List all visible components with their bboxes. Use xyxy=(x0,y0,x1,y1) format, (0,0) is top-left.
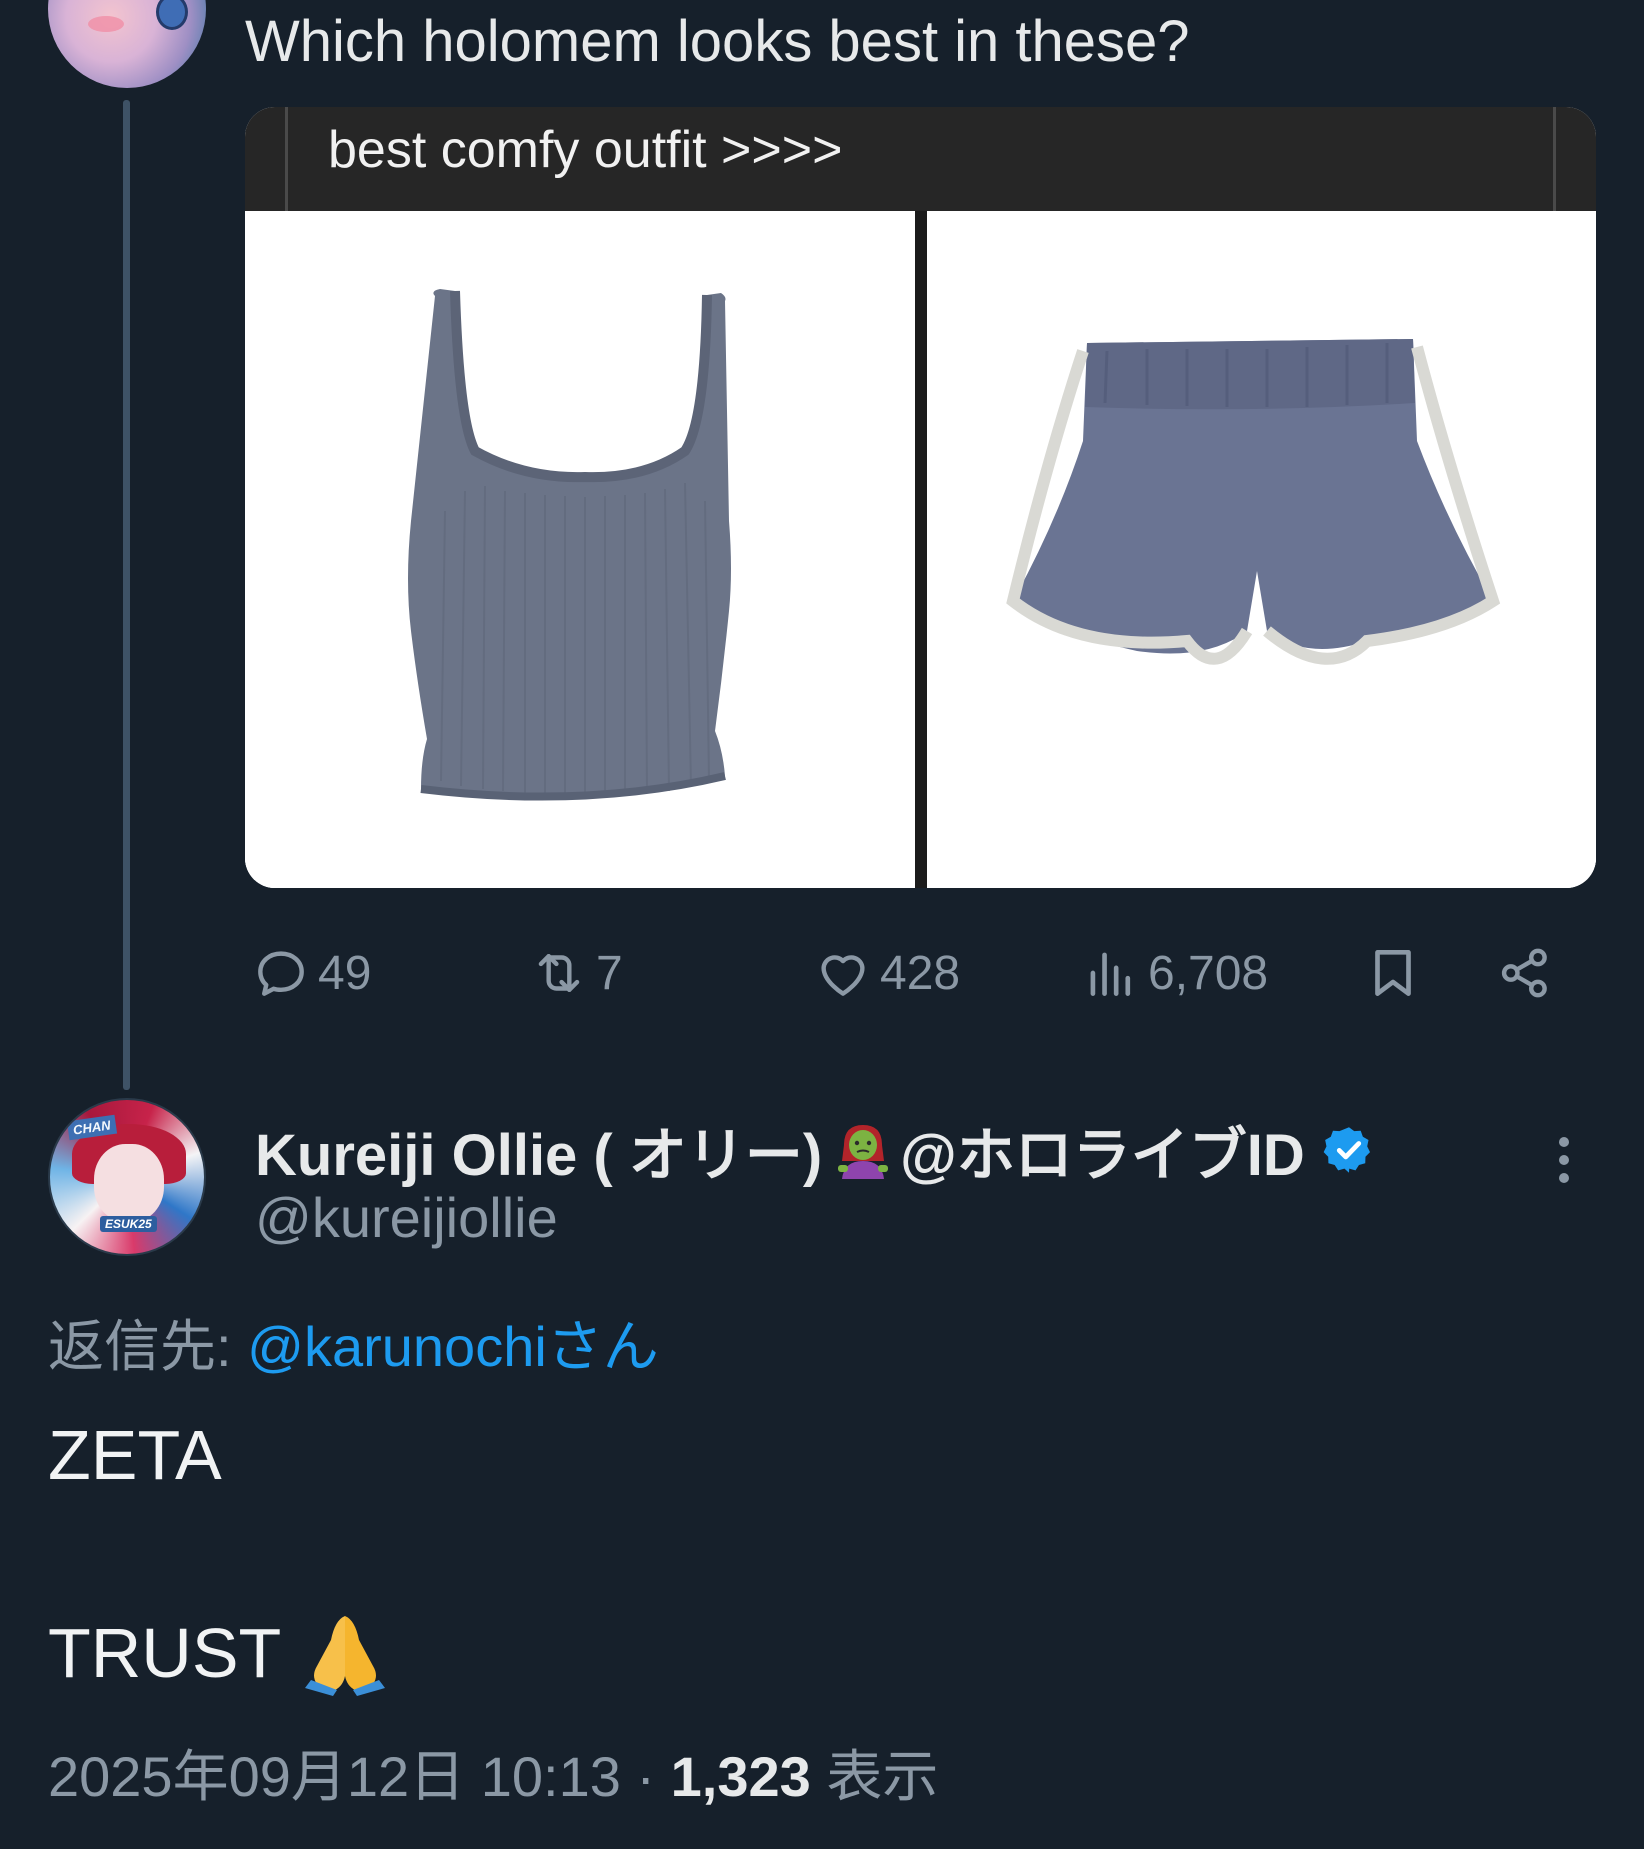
parent-tweet-text: Which holomem looks best in these? xyxy=(245,9,1190,74)
views-chart-icon xyxy=(1090,952,1131,996)
media-divider xyxy=(915,211,927,888)
folded-hands-emoji-icon xyxy=(301,1610,389,1696)
avatar-art-face xyxy=(94,1144,164,1222)
replying-to: 返信先: @karunochiさん xyxy=(48,1302,659,1383)
tank-top-image[interactable] xyxy=(245,211,915,888)
zombie-emoji-icon xyxy=(836,1121,890,1179)
reply-meta: 2025年09月12日 10:13 · 1,323 表示 xyxy=(48,1732,938,1813)
more-options-button[interactable] xyxy=(1546,1130,1582,1190)
reply-text-line-1: ZETA xyxy=(48,1416,222,1494)
caption-border-left xyxy=(285,107,288,211)
reply-to-label: 返信先: xyxy=(48,1315,248,1378)
reply-count: 49 xyxy=(318,946,372,1000)
view-count: 6,708 xyxy=(1148,946,1269,1000)
bookmark-icon xyxy=(1375,950,1411,996)
more-vertical-icon xyxy=(1559,1137,1569,1183)
reply-button[interactable]: 49 xyxy=(250,938,371,1008)
share-button[interactable] xyxy=(1494,938,1556,1008)
media-caption-text: best comfy outfit >>>> xyxy=(328,121,843,179)
reply-views-label: 表示 xyxy=(810,1745,939,1808)
bookmark-button[interactable] xyxy=(1362,938,1424,1008)
reply-author-handle[interactable]: @kureijiollie xyxy=(255,1185,558,1250)
repost-icon xyxy=(538,954,580,992)
shorts-image[interactable] xyxy=(927,211,1596,888)
reply-text-trust: TRUST xyxy=(48,1614,282,1692)
heart-icon xyxy=(821,955,865,996)
reply-text-line-2: TRUST xyxy=(48,1610,389,1696)
like-count: 428 xyxy=(880,946,961,1000)
caption-border-right xyxy=(1553,107,1556,211)
verified-badge-icon xyxy=(1323,1127,1370,1173)
author-display-name: Kureiji Ollie ( オリー) xyxy=(255,1123,823,1188)
author-affiliation: @ホロライブID xyxy=(900,1123,1305,1188)
share-icon xyxy=(1501,948,1547,998)
views-button[interactable]: 6,708 xyxy=(1080,938,1268,1008)
repost-button[interactable]: 7 xyxy=(528,938,623,1008)
reply-author-avatar[interactable]: CHAN ESUK25 xyxy=(48,1098,206,1256)
reply-views-count: 1,323 xyxy=(670,1745,811,1808)
parent-author-avatar[interactable] xyxy=(48,0,206,88)
avatar-art-badge-2: ESUK25 xyxy=(100,1216,157,1232)
avatar-art-eye xyxy=(156,0,188,30)
avatar-art xyxy=(88,16,124,32)
reply-icon xyxy=(258,951,304,996)
reply-timestamp[interactable]: 2025年09月12日 10:13 · xyxy=(48,1745,671,1808)
like-button[interactable]: 428 xyxy=(812,938,960,1008)
reply-author-name[interactable]: Kureiji Ollie ( オリー) @ホロライブID xyxy=(255,1108,1375,1192)
parent-tweet-actions: 49 7 428 6,708 xyxy=(0,938,1644,1008)
repost-count: 7 xyxy=(596,946,623,1000)
parent-tweet-media[interactable]: best comfy outfit >>>> xyxy=(245,107,1596,888)
media-caption-bar: best comfy outfit >>>> xyxy=(245,107,1596,211)
reply-to-link[interactable]: @karunochiさん xyxy=(247,1315,659,1378)
